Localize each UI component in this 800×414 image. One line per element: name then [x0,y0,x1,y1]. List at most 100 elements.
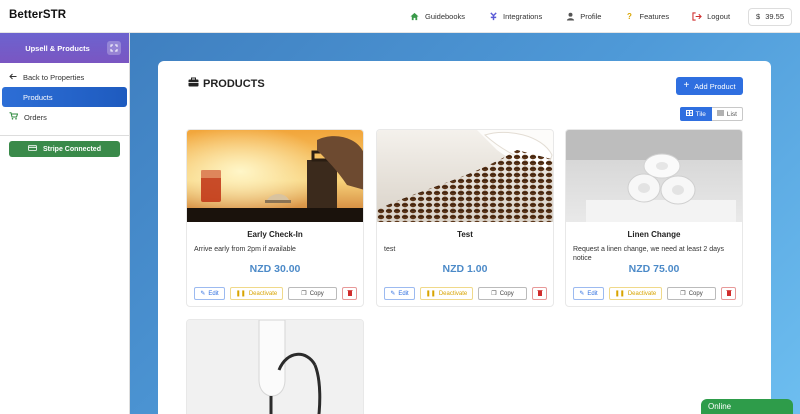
add-product-button[interactable]: + Add Product [676,77,743,95]
divider [0,135,129,136]
brand-logo[interactable]: BetterSTR [9,9,66,21]
nav-item-integrations[interactable]: Integrations [488,12,542,22]
stripe-label: Stripe Connected [43,145,101,153]
nav-item-label: Integrations [503,12,543,21]
copy-icon: ❐ [301,291,307,297]
deactivate-button[interactable]: ❚❚ Deactivate [230,287,283,300]
edit-label: Edit [208,290,219,297]
sidebar-item-products[interactable]: Products [2,87,127,107]
delete-button[interactable] [532,287,547,300]
list-icon [716,110,724,118]
add-product-label: Add Product [694,81,736,91]
delete-button[interactable] [342,287,357,300]
copy-label: Copy [688,290,703,297]
nav-item-label: Profile [580,12,602,21]
edit-icon: ✎ [390,291,396,297]
product-image [187,130,363,222]
product-card: Test test NZD 1.00 ✎ Edit ❚❚ Deactivate ❐ C… [376,129,554,307]
copy-label: Copy [309,290,324,297]
edit-icon: ✎ [579,291,585,297]
edit-icon: ✎ [200,291,206,297]
product-description: Arrive early from 2pm if available [194,246,296,253]
view-toggle: Tile List [679,107,743,121]
product-actions: ✎ Edit ❚❚ Deactivate ❐ Copy [384,287,547,300]
deactivate-label: Deactivate [248,290,278,297]
deactivate-button[interactable]: ❚❚ Deactivate [609,287,662,300]
nav-menu: Guidebooks Integrations Profile ? Featur… [410,0,800,33]
nav-item-logout[interactable]: Logout [692,12,730,22]
sidebar-title: Upsell & Products [25,43,90,53]
product-actions: ✎ Edit ❚❚ Deactivate ❐ Copy [573,287,736,300]
product-card: Early Check-In Arrive early from 2pm if … [186,129,364,307]
tile-label: Tile [695,110,706,118]
deactivate-button[interactable]: ❚❚ Deactivate [420,287,473,300]
balance-badge[interactable]: $ 39.55 [748,7,792,26]
question-icon: ? [627,12,632,21]
list-label: List [726,110,737,118]
card-icon [28,145,37,153]
plus-icon: + [683,80,690,91]
page-title: PRODUCTS [188,77,265,90]
trash-icon [726,289,732,298]
home-icon [410,12,420,22]
sidebar-item-label: Products [23,92,53,102]
copy-button[interactable]: ❐ Copy [478,287,527,300]
product-image [377,130,553,222]
copy-button[interactable]: ❐ Copy [667,287,716,300]
product-actions: ✎ Edit ❚❚ Deactivate ❐ Copy [194,287,357,300]
product-name: Early Check-In [247,230,303,239]
edit-label: Edit [398,290,409,297]
balance-value: 39.55 [765,12,784,21]
nav-item-features[interactable]: ? Features [624,12,669,22]
delete-button[interactable] [721,287,736,300]
tile-view-button[interactable]: Tile [679,107,712,121]
product-card [186,319,364,414]
product-description: test [384,246,396,253]
product-price: NZD 75.00 [628,263,680,275]
grid-icon [685,110,693,118]
trash-icon [537,289,543,298]
pause-icon: ❚❚ [235,291,246,297]
deactivate-label: Deactivate [627,290,657,297]
product-description: Request a linen change, we need at least… [573,246,724,262]
product-price: NZD 1.00 [442,263,488,275]
expand-icon[interactable] [107,41,121,55]
edit-button[interactable]: ✎ Edit [573,287,604,300]
user-icon [565,12,575,22]
pause-icon: ❚❚ [425,291,436,297]
copy-label: Copy [499,290,514,297]
products-panel: PRODUCTS + Add Product Tile List Early C… [158,61,771,414]
product-image [187,320,363,414]
logout-icon [692,12,702,22]
product-card: Linen Change Request a linen change, we … [565,129,743,307]
nav-item-guidebooks[interactable]: Guidebooks [410,12,465,22]
cart-icon [9,112,19,122]
sidebar-item-label: Orders [24,112,47,122]
product-name: Linen Change [627,230,681,239]
list-view-button[interactable]: List [711,107,743,121]
sidebar: Upsell & Products Back to Properties Pro… [0,33,130,414]
sidebar-header: Upsell & Products [0,33,129,63]
nav-item-label: Guidebooks [424,12,466,21]
dollar-icon: $ [756,12,761,21]
arrow-left-icon [9,73,17,82]
sidebar-item-orders[interactable]: Orders [0,107,129,127]
product-name: Test [457,230,473,239]
online-status-badge[interactable]: Online [701,399,793,414]
edit-button[interactable]: ✎ Edit [194,287,225,300]
edit-label: Edit [587,290,598,297]
edit-button[interactable]: ✎ Edit [384,287,415,300]
copy-icon: ❐ [680,291,686,297]
copy-icon: ❐ [491,291,497,297]
sidebar-item-back[interactable]: Back to Properties [0,67,129,87]
trash-icon [347,289,353,298]
product-price: NZD 30.00 [249,263,301,275]
copy-button[interactable]: ❐ Copy [288,287,337,300]
main-content: PRODUCTS + Add Product Tile List Early C… [130,33,800,414]
product-image [566,130,742,222]
nav-item-profile[interactable]: Profile [565,12,601,22]
integrations-icon [488,12,498,22]
sidebar-item-label: Back to Properties [23,72,85,82]
stripe-connected-button[interactable]: Stripe Connected [9,141,120,157]
nav-item-label: Logout [707,12,731,21]
